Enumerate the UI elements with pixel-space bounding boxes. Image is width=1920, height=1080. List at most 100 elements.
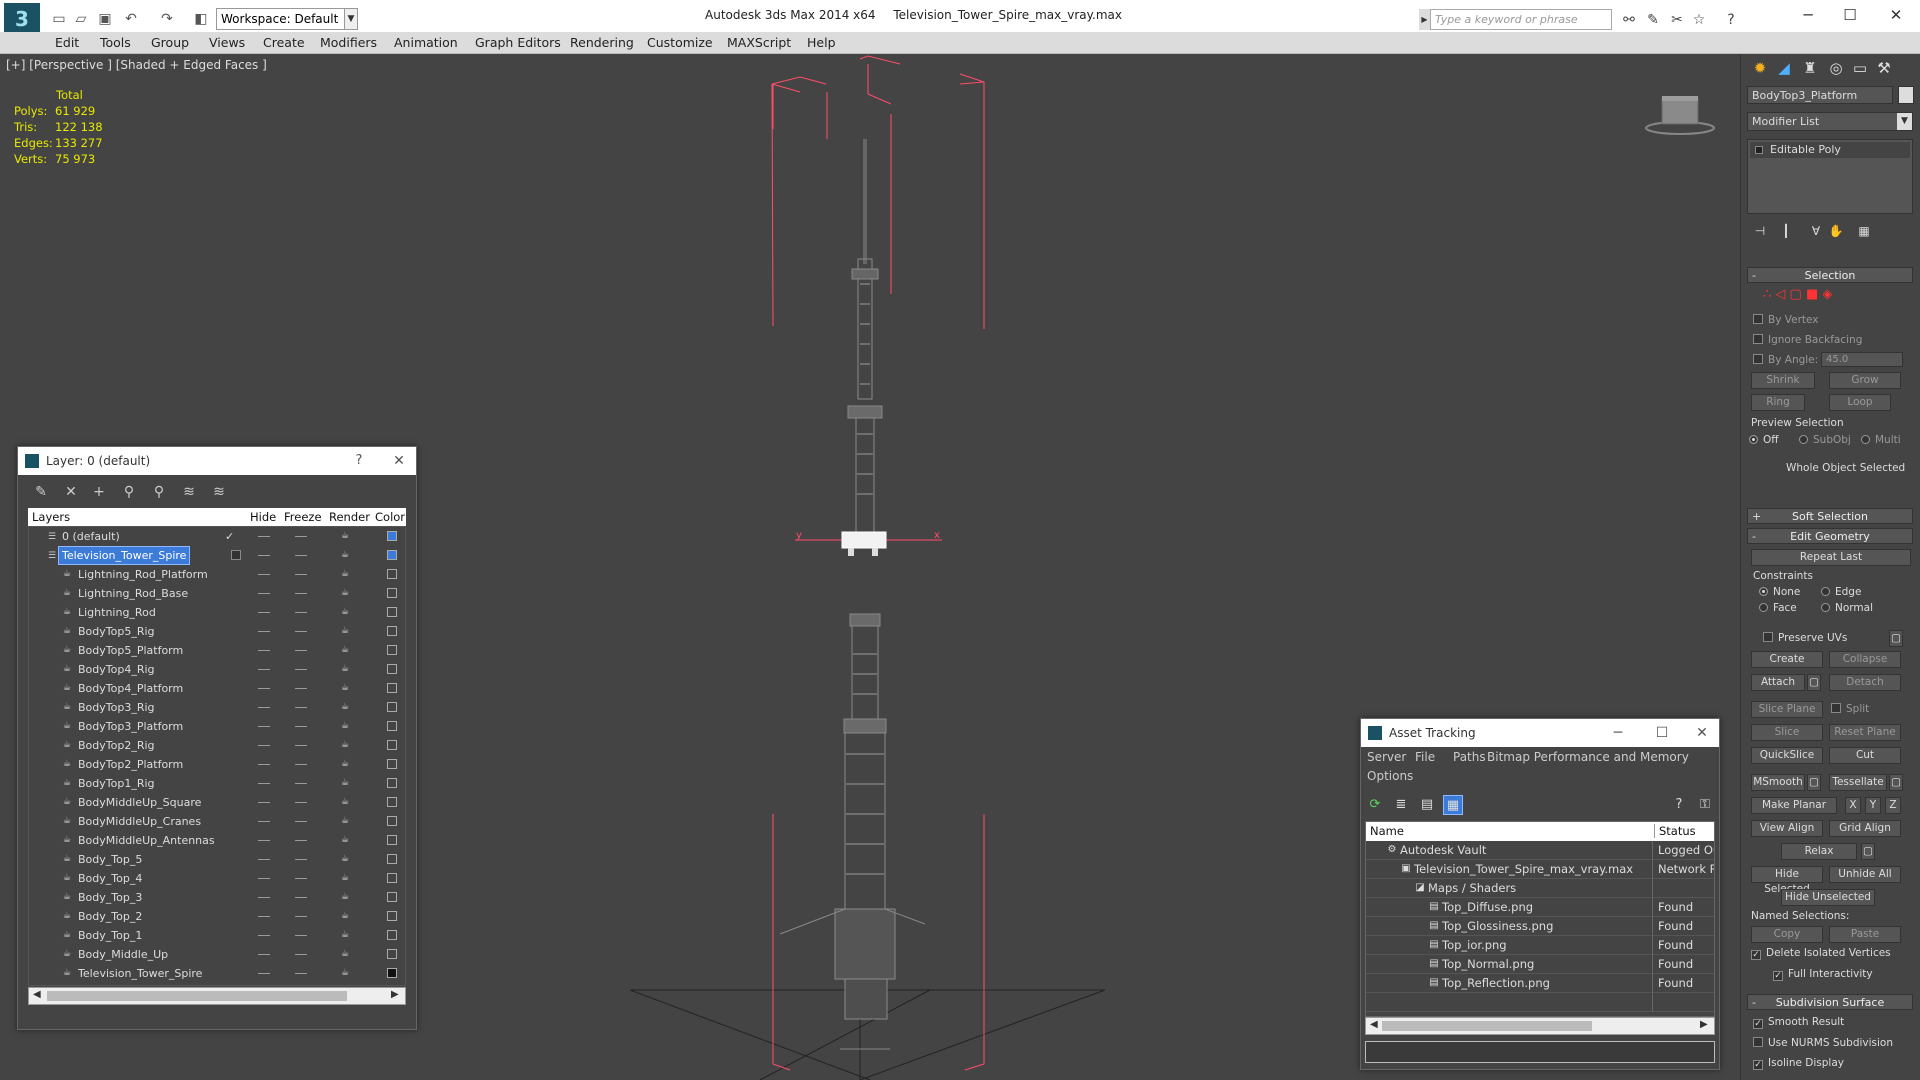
chevron-left-icon[interactable]: ◀	[1370, 1019, 1378, 1030]
layer-color-swatch[interactable]	[387, 873, 397, 883]
attach-list-icon[interactable]: ▢	[1807, 674, 1821, 691]
render-teapot-icon[interactable]: ☕	[341, 760, 351, 769]
render-teapot-icon[interactable]: ☕	[341, 551, 351, 560]
preview-subobj-radio[interactable]: SubObj	[1799, 434, 1851, 446]
repeat-last-button[interactable]: Repeat Last	[1751, 549, 1911, 566]
layer-color-swatch[interactable]	[387, 664, 397, 674]
scrollbar-thumb[interactable]	[1382, 1021, 1592, 1031]
layer-color-swatch[interactable]	[387, 968, 397, 978]
use-nurms-checkbox[interactable]: Use NURMS Subdivision	[1753, 1037, 1893, 1049]
render-teapot-icon[interactable]: ☕	[341, 608, 351, 617]
freeze-toggle[interactable]	[295, 707, 307, 708]
hide-toggle[interactable]	[258, 878, 270, 879]
minimize-icon[interactable]: ─	[1788, 4, 1828, 26]
render-teapot-icon[interactable]: ☕	[341, 589, 351, 598]
layer-color-swatch[interactable]	[387, 588, 397, 598]
full-interactivity-checkbox[interactable]: ✓ Full Interactivity	[1773, 968, 1873, 981]
freeze-toggle[interactable]	[295, 897, 307, 898]
tessellate-button[interactable]: Tessellate	[1829, 774, 1887, 791]
isoline-display-checkbox[interactable]: ✓ Isoline Display	[1753, 1057, 1844, 1070]
render-teapot-icon[interactable]: ☕	[341, 836, 351, 845]
layer-color-swatch[interactable]	[387, 569, 397, 579]
preserve-uvs-checkbox[interactable]: Preserve UVs	[1763, 632, 1847, 644]
asset-row[interactable]: ▣ Television_Tower_Spire_max_vray.max Netw…	[1366, 860, 1714, 879]
msmooth-button[interactable]: MSmooth	[1751, 774, 1805, 791]
hide-toggle[interactable]	[258, 726, 270, 727]
freeze-toggle[interactable]	[295, 669, 307, 670]
layer-color-swatch[interactable]	[387, 930, 397, 940]
hide-toggle[interactable]	[258, 840, 270, 841]
unhide-all-button[interactable]: Unhide All	[1829, 866, 1901, 883]
chevron-left-icon[interactable]: ◀	[33, 989, 41, 1000]
render-teapot-icon[interactable]: ☕	[341, 950, 351, 959]
split-checkbox[interactable]: Split	[1831, 703, 1869, 715]
layer-row[interactable]: ☕ Body_Top_2 ☕	[29, 907, 405, 926]
layer-name[interactable]: BodyTop4_Rig	[75, 661, 158, 678]
hide-toggle[interactable]	[258, 783, 270, 784]
layer-row[interactable]: ☕ Body_Top_5 ☕	[29, 850, 405, 869]
col-color[interactable]: Color	[375, 510, 405, 524]
planar-y-button[interactable]: Y	[1865, 797, 1881, 814]
cut-button[interactable]: Cut	[1829, 747, 1901, 764]
menu-create[interactable]: Create	[263, 35, 305, 50]
layer-color-swatch[interactable]	[387, 797, 397, 807]
shrink-button[interactable]: Shrink	[1751, 372, 1815, 389]
tessellate-settings-icon[interactable]: ▢	[1889, 774, 1903, 791]
col-freeze[interactable]: Freeze	[284, 510, 322, 524]
layer-row[interactable]: ☰ 0 (default) ✓ ☕	[29, 527, 405, 546]
render-teapot-icon[interactable]: ☕	[341, 893, 351, 902]
workspace-dropdown[interactable]: Workspace: Default	[216, 8, 358, 30]
layer-color-swatch[interactable]	[387, 645, 397, 655]
ring-button[interactable]: Ring	[1751, 394, 1805, 411]
list-view-icon[interactable]: ≣	[1391, 795, 1411, 815]
render-teapot-icon[interactable]: ☕	[341, 703, 351, 712]
add-to-layer-icon[interactable]: +	[88, 482, 110, 502]
layer-name[interactable]: BodyMiddleUp_Cranes	[75, 813, 204, 830]
hide-toggle[interactable]	[258, 916, 270, 917]
project-folder-icon[interactable]: ◧	[192, 10, 210, 28]
asset-menu-paths[interactable]: Paths	[1453, 750, 1486, 764]
col-hide[interactable]: Hide	[250, 510, 276, 524]
layer-row[interactable]: ☕ Body_Middle_Up ☕	[29, 945, 405, 964]
preview-off-radio[interactable]: Off	[1749, 434, 1779, 446]
by-vertex-checkbox[interactable]: By Vertex	[1753, 314, 1819, 326]
pin-stack-icon[interactable]: ⊣	[1749, 220, 1771, 242]
modifier-stack[interactable]: Editable Poly	[1747, 139, 1913, 214]
relax-button[interactable]: Relax	[1781, 843, 1857, 860]
communication-icon[interactable]: ✂	[1668, 11, 1686, 29]
layer-name[interactable]: BodyTop5_Rig	[75, 623, 158, 640]
col-status[interactable]: Status	[1654, 824, 1696, 838]
layer-name[interactable]: BodyMiddleUp_Antennas	[75, 832, 218, 849]
hide-toggle[interactable]	[258, 745, 270, 746]
layer-row[interactable]: ☕ BodyMiddleUp_Square ☕	[29, 793, 405, 812]
remove-modifier-icon[interactable]: ✋	[1825, 220, 1847, 242]
layer-name[interactable]: BodyTop3_Rig	[75, 699, 158, 716]
current-layer-check-icon[interactable]: ✓	[225, 527, 234, 546]
asset-row[interactable]: ◪ Maps / Shaders	[1366, 879, 1714, 898]
layer-name[interactable]: Body_Top_4	[75, 870, 145, 887]
layer-row[interactable]: ☕ BodyTop5_Platform ☕	[29, 641, 405, 660]
menu-group[interactable]: Group	[151, 35, 189, 50]
rollout-subdivision-surface[interactable]: - Subdivision Surface	[1747, 994, 1913, 1010]
viewcube-icon[interactable]	[1642, 90, 1716, 138]
menu-rendering[interactable]: Rendering	[570, 35, 634, 50]
asset-row[interactable]: ▤ Top_ior.png Found	[1366, 936, 1714, 955]
grid-view-icon[interactable]: ▦	[1443, 795, 1463, 815]
planar-x-button[interactable]: X	[1845, 797, 1861, 814]
layer-name[interactable]: Body_Top_2	[75, 908, 145, 925]
slice-button[interactable]: Slice	[1751, 724, 1823, 741]
scrollbar-thumb[interactable]	[47, 991, 347, 1001]
layer-row[interactable]: ☕ BodyTop4_Platform ☕	[29, 679, 405, 698]
hide-toggle[interactable]	[258, 612, 270, 613]
smooth-result-checkbox[interactable]: ✓ Smooth Result	[1753, 1016, 1844, 1029]
hierarchy-tab-icon[interactable]: ♜	[1799, 57, 1821, 79]
menu-views[interactable]: Views	[209, 35, 245, 50]
render-teapot-icon[interactable]: ☕	[341, 722, 351, 731]
table-view-icon[interactable]: ▤	[1417, 795, 1437, 815]
freeze-toggle[interactable]	[295, 840, 307, 841]
menu-maxscript[interactable]: MAXScript	[727, 35, 791, 50]
configure-sets-icon[interactable]: ▦	[1853, 220, 1875, 242]
search-input[interactable]: Type a keyword or phrase	[1430, 9, 1612, 30]
asset-horizontal-scrollbar[interactable]: ◀ ▶	[1365, 1017, 1715, 1035]
slice-plane-button[interactable]: Slice Plane	[1751, 701, 1823, 718]
